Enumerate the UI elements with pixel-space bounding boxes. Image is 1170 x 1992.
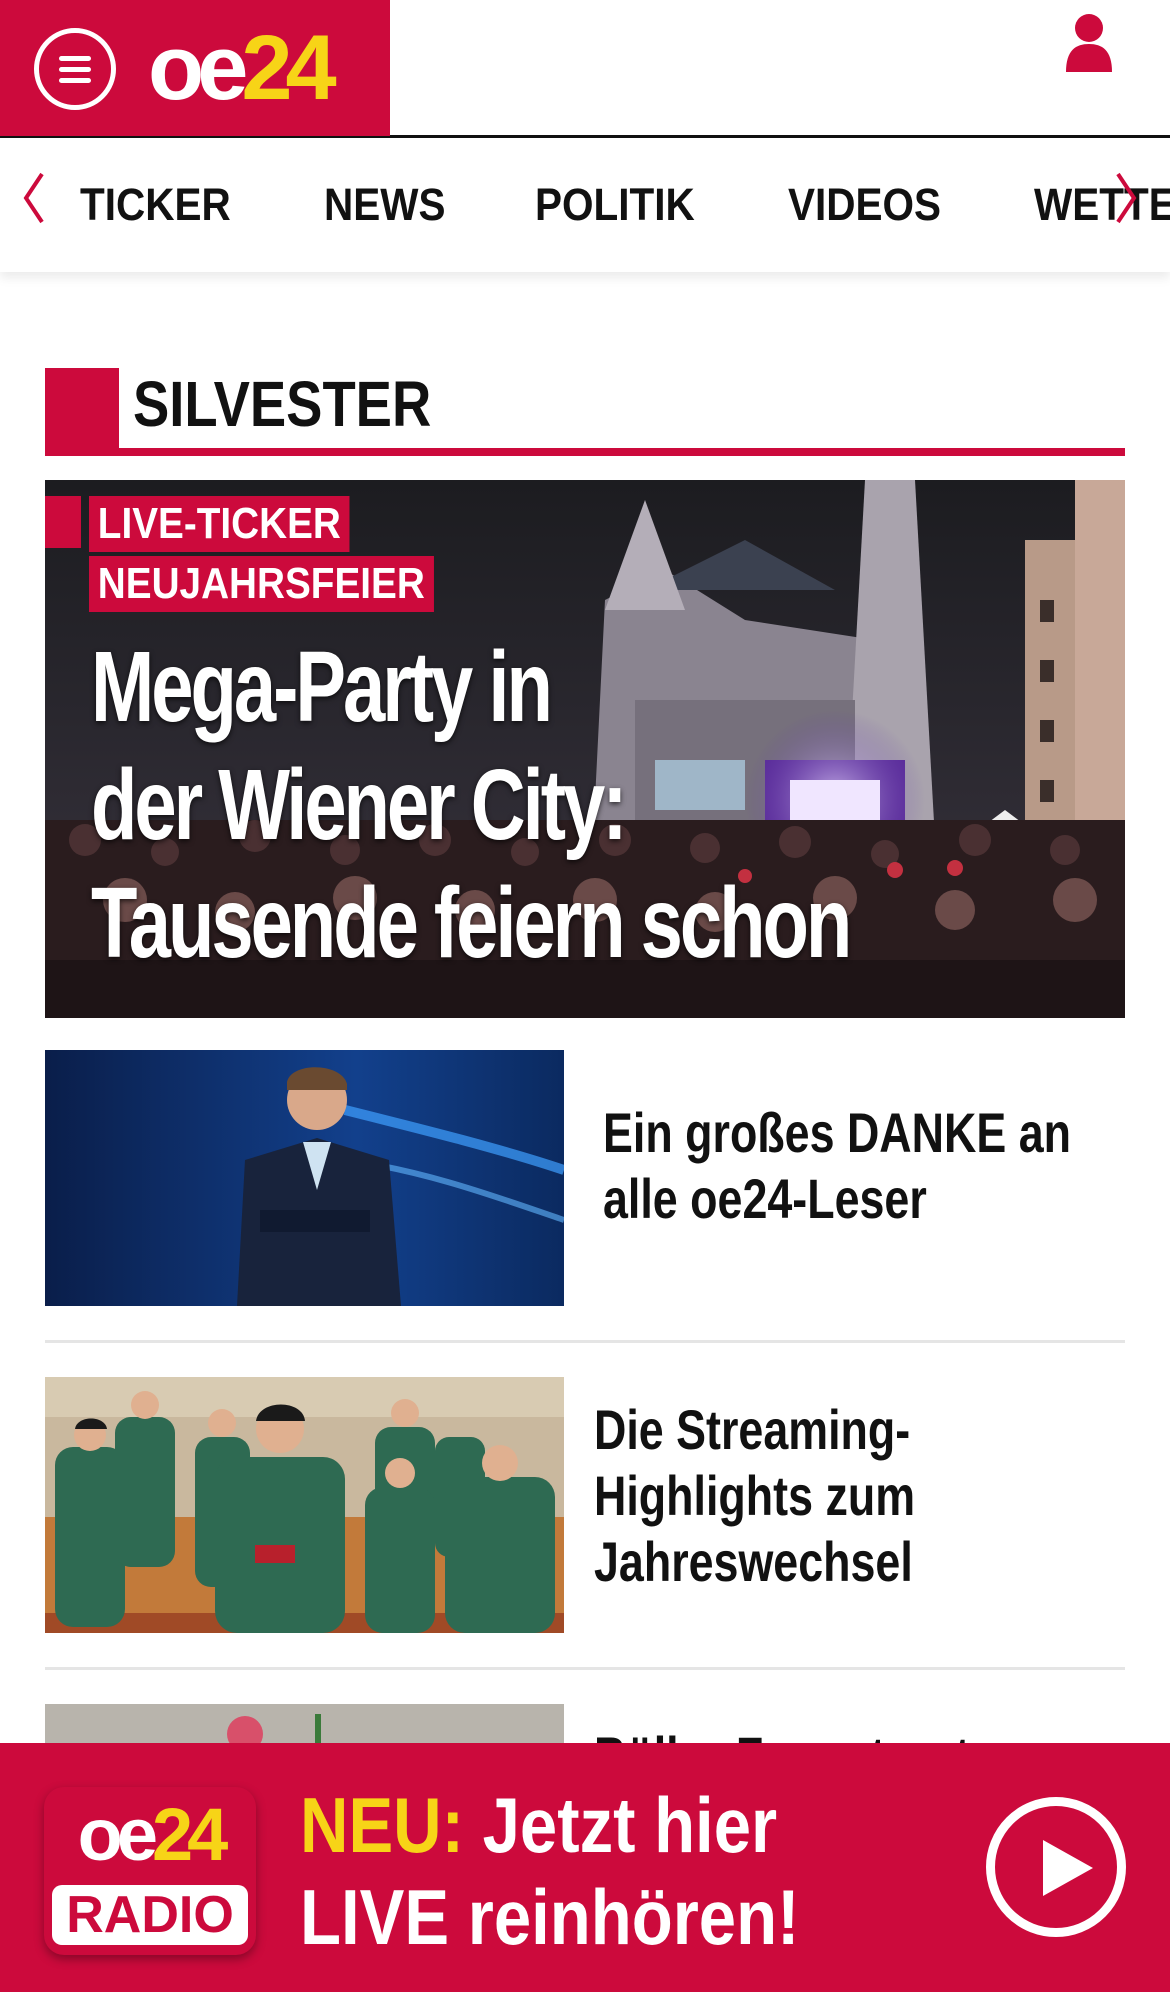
logo-24: 24 bbox=[241, 17, 336, 119]
menu-icon[interactable] bbox=[34, 28, 116, 110]
radio-banner[interactable]: oe24 RADIO NEU: Jetzt hier LIVE reinhöre… bbox=[0, 1743, 1170, 1992]
article-thumbnail[interactable] bbox=[45, 1050, 564, 1306]
user-icon[interactable] bbox=[1062, 12, 1116, 72]
radio-logo-brand: oe24 bbox=[44, 1795, 256, 1875]
play-icon[interactable] bbox=[986, 1797, 1126, 1937]
hero-kicker-topic: NEUJAHRSFEIER bbox=[89, 556, 434, 612]
radio-neu-label: NEU: bbox=[300, 1781, 464, 1869]
section-marker bbox=[45, 368, 119, 456]
oe24-logo[interactable]: oe24 bbox=[148, 17, 337, 119]
section-underline bbox=[45, 448, 1125, 456]
article-headline-line: Die Streaming- bbox=[594, 1398, 911, 1461]
hero-headline-line: Mega-Party in bbox=[91, 631, 553, 743]
hero-kicker-live: LIVE-TICKER bbox=[89, 496, 350, 552]
article-headline-line: Highlights zum bbox=[594, 1464, 916, 1527]
logo-oe: oe bbox=[148, 17, 248, 119]
article-headline[interactable]: Die Streaming- Highlights zum Jahreswech… bbox=[594, 1397, 1010, 1595]
article-headline[interactable]: Ein großes DANKE an alle oe24-Leser bbox=[603, 1100, 1071, 1232]
divider bbox=[45, 1667, 1125, 1670]
hero-headline[interactable]: Mega-Party in der Wiener City: Tausende … bbox=[91, 628, 852, 982]
article-item[interactable]: Die Streaming- Highlights zum Jahreswech… bbox=[45, 1377, 1125, 1633]
article-headline-line: Ein großes DANKE an bbox=[603, 1101, 1071, 1164]
nav-items: TICKER NEWS POLITIK VIDEOS WETTER bbox=[80, 138, 1170, 272]
nav-item-videos[interactable]: VIDEOS bbox=[788, 179, 941, 231]
chevron-left-icon[interactable] bbox=[18, 168, 48, 228]
radio-logo[interactable]: oe24 RADIO bbox=[44, 1787, 256, 1955]
section-header: SILVESTER bbox=[45, 368, 1125, 456]
section-title[interactable]: SILVESTER bbox=[133, 368, 431, 440]
nav-item-wetter[interactable]: WETTER bbox=[1034, 179, 1170, 231]
radio-promo-line1: NEU: Jetzt hier bbox=[300, 1779, 799, 1871]
top-header: oe24 bbox=[0, 0, 1170, 138]
nav-item-politik[interactable]: POLITIK bbox=[535, 179, 695, 231]
article-headline-line: Jahreswechsel bbox=[594, 1530, 913, 1593]
radio-logo-oe: oe bbox=[77, 1793, 158, 1876]
divider bbox=[45, 1340, 1125, 1343]
hero-headline-line: der Wiener City: bbox=[91, 749, 628, 861]
chevron-right-icon[interactable] bbox=[1112, 168, 1142, 228]
article-headline-line: alle oe24-Leser bbox=[603, 1167, 927, 1230]
radio-promo-line2: LIVE reinhören! bbox=[300, 1873, 800, 1961]
radio-logo-label: RADIO bbox=[52, 1885, 248, 1945]
radio-logo-24: 24 bbox=[152, 1793, 228, 1876]
hero-headline-line: Tausende feiern schon bbox=[91, 867, 852, 979]
radio-line1-text: Jetzt hier bbox=[463, 1781, 778, 1869]
radio-promo-text[interactable]: NEU: Jetzt hier LIVE reinhören! bbox=[300, 1779, 799, 1963]
logo-block: oe24 bbox=[0, 0, 390, 136]
nav-item-news[interactable]: NEWS bbox=[324, 179, 446, 231]
hero-article[interactable]: LIVE-TICKER NEUJAHRSFEIER Mega-Party in … bbox=[45, 480, 1125, 1018]
nav-item-ticker[interactable]: TICKER bbox=[80, 179, 231, 231]
category-nav: TICKER NEWS POLITIK VIDEOS WETTER bbox=[0, 138, 1170, 272]
article-item[interactable]: Ein großes DANKE an alle oe24-Leser bbox=[45, 1050, 1125, 1306]
hero-flag bbox=[45, 496, 81, 548]
article-thumbnail[interactable] bbox=[45, 1377, 564, 1633]
